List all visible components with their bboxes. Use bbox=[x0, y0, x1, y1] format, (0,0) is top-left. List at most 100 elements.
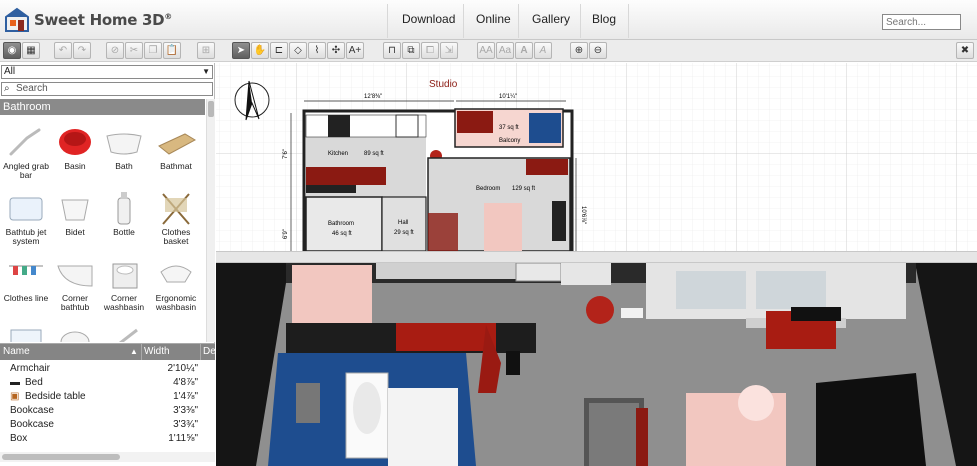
site-search-input[interactable] bbox=[882, 14, 961, 30]
nav-gallery-link[interactable]: Gallery bbox=[532, 12, 570, 26]
room-label-kitchen[interactable]: Kitchen bbox=[328, 151, 348, 157]
ergonomic-washbasin-icon bbox=[160, 265, 192, 283]
catalog-item-bath[interactable]: Bath bbox=[98, 124, 150, 186]
dimension-icon: ✣ bbox=[331, 45, 341, 56]
column-header-name[interactable]: Name bbox=[3, 344, 30, 360]
room-label-balcony[interactable]: Balcony bbox=[499, 138, 520, 144]
catalog-item-bidet[interactable]: Bidet bbox=[49, 190, 101, 252]
category-filter-select[interactable]: All ▼ bbox=[1, 65, 213, 79]
table-row[interactable]: ▣ Bedside table 1'4⅞" bbox=[0, 390, 215, 404]
table-row[interactable]: ▬ Bed 4'8⅞" bbox=[0, 376, 215, 390]
table-row[interactable]: Box 1'11⅝" bbox=[0, 432, 215, 446]
zoom-in-button[interactable]: ⊕ bbox=[570, 42, 588, 59]
import-background-button[interactable]: ⊓ bbox=[383, 42, 401, 59]
plan-view[interactable]: Studio 12'8⅜" 10'1¼" 7'6" 6'9" 10'6⅞" Ki… bbox=[216, 63, 977, 251]
scissors-icon: ✂ bbox=[129, 45, 139, 56]
room-icon: ◇ bbox=[294, 45, 302, 56]
dimension-label[interactable]: 12'8⅜" bbox=[364, 94, 382, 100]
bold-icon: A bbox=[520, 45, 528, 56]
dimension-label[interactable]: 6'9" bbox=[283, 229, 289, 239]
catalog-item-ergonomic-washbasin[interactable]: Ergonomic washbasin bbox=[150, 256, 202, 318]
catalog-item-angled-grab-bar[interactable]: Angled grab bar bbox=[0, 124, 52, 186]
delete-icon: ⊘ bbox=[110, 45, 120, 56]
catalog-item-partial[interactable] bbox=[0, 320, 52, 342]
create-dimensions-button[interactable]: ✣ bbox=[327, 42, 345, 59]
room-label-bedroom[interactable]: Bedroom bbox=[476, 186, 500, 192]
furniture-table-scrollbar[interactable] bbox=[0, 452, 215, 462]
import-icon: ⇲ bbox=[444, 45, 454, 56]
room-area-kitchen[interactable]: 89 sq ft bbox=[364, 151, 384, 157]
import-furniture-button[interactable]: ⇲ bbox=[440, 42, 458, 59]
undo-button[interactable]: ↶ bbox=[54, 42, 72, 59]
table-row[interactable]: Bookcase 3'3¾" bbox=[0, 418, 215, 432]
ungroup-button[interactable]: ⧠ bbox=[421, 42, 439, 59]
copy-button[interactable]: ❐ bbox=[144, 42, 162, 59]
column-header-depth[interactable]: De bbox=[200, 344, 216, 360]
catalog-item-partial[interactable] bbox=[49, 320, 101, 342]
category-header[interactable]: Bathroom bbox=[0, 99, 205, 115]
create-walls-button[interactable]: ⊏ bbox=[270, 42, 288, 59]
catalog-item-corner-bathtub[interactable]: Corner bathtub bbox=[49, 256, 101, 318]
dimension-label[interactable]: 10'1¼" bbox=[499, 94, 517, 100]
catalog-item-bathtub-jet-system[interactable]: Bathtub jet system bbox=[0, 190, 52, 252]
column-header-width[interactable]: Width bbox=[141, 344, 170, 360]
plan-title[interactable]: Studio bbox=[429, 79, 458, 90]
select-mode-button[interactable]: ➤ bbox=[232, 42, 250, 59]
catalog-item-label: Bidet bbox=[65, 227, 85, 237]
3d-view[interactable] bbox=[216, 263, 977, 466]
group-button[interactable]: ⧉ bbox=[402, 42, 420, 59]
italic-text-button[interactable]: A bbox=[534, 42, 552, 59]
create-rooms-button[interactable]: ◇ bbox=[289, 42, 307, 59]
main-toolbar: ◉ ▦ ↶ ↷ ⊘ ✂ ❐ 📋 ⊞ ➤ ✋ ⊏ ◇ ⌇ ✣ A+ ⊓ ⧉ ⧠ ⇲… bbox=[0, 40, 977, 62]
bold-text-button[interactable]: A bbox=[515, 42, 533, 59]
add-icon: ⊞ bbox=[201, 45, 211, 56]
catalog-item-clothes-line[interactable]: Clothes line bbox=[0, 256, 52, 318]
add-text-button[interactable]: A+ bbox=[346, 42, 364, 59]
catalog-scrollbar[interactable] bbox=[206, 99, 215, 342]
catalog-item-label: Corner washbasin bbox=[103, 293, 145, 312]
redo-button[interactable]: ↷ bbox=[73, 42, 91, 59]
add-furniture-button[interactable]: ⊞ bbox=[197, 42, 215, 59]
3d-canvas[interactable] bbox=[216, 263, 977, 466]
create-polylines-button[interactable]: ⌇ bbox=[308, 42, 326, 59]
pan-mode-button[interactable]: ✋ bbox=[251, 42, 269, 59]
sweet-home-logo-icon bbox=[5, 7, 29, 32]
table-row[interactable]: Armchair 2'10¼" bbox=[0, 362, 215, 376]
catalog-item-partial[interactable] bbox=[98, 320, 150, 342]
room-area-balcony[interactable]: 37 sq ft bbox=[499, 125, 519, 131]
plan-canvas[interactable]: Studio 12'8⅜" 10'1¼" 7'6" 6'9" 10'6⅞" Ki… bbox=[216, 63, 977, 251]
increase-text-button[interactable]: AA bbox=[477, 42, 495, 59]
zoom-out-button[interactable]: ⊖ bbox=[589, 42, 607, 59]
catalog-item-bottle[interactable]: Bottle bbox=[98, 190, 150, 252]
paste-button[interactable]: 📋 bbox=[163, 42, 181, 59]
room-area-hall[interactable]: 29 sq ft bbox=[394, 230, 414, 236]
scrollbar-thumb[interactable] bbox=[208, 101, 214, 117]
room-area-bathroom[interactable]: 46 sq ft bbox=[332, 231, 352, 237]
dimension-label[interactable]: 10'6⅞" bbox=[580, 206, 586, 224]
table-row[interactable]: Bookcase 3'3⅜" bbox=[0, 404, 215, 418]
catalog-item-bathmat[interactable]: Bathmat bbox=[150, 124, 202, 186]
scrollbar-thumb[interactable] bbox=[2, 454, 120, 460]
catalog-item-label: Clothes basket bbox=[161, 227, 191, 246]
view-catalog-button[interactable]: ◉ bbox=[3, 42, 21, 59]
preferences-button[interactable]: ✖ bbox=[956, 42, 974, 59]
catalog-item-clothes-basket[interactable]: Clothes basket bbox=[150, 190, 202, 252]
catalog-item-corner-washbasin[interactable]: Corner washbasin bbox=[98, 256, 150, 318]
clothes-basket-icon bbox=[162, 193, 190, 225]
room-label-hall[interactable]: Hall bbox=[398, 220, 408, 226]
dimension-label[interactable]: 7'6" bbox=[283, 149, 289, 159]
decrease-text-button[interactable]: Aa bbox=[496, 42, 514, 59]
catalog-search-input[interactable]: ⌕ Search bbox=[1, 82, 213, 96]
app-logo[interactable]: Sweet Home 3D® bbox=[4, 6, 172, 34]
catalog-item-basin[interactable]: Basin bbox=[49, 124, 101, 186]
catalog-item-label: Corner bathtub bbox=[60, 293, 90, 312]
cut-button[interactable]: ✂ bbox=[125, 42, 143, 59]
nav-download-link[interactable]: Download bbox=[402, 12, 455, 26]
nav-online-link[interactable]: Online bbox=[476, 12, 511, 26]
room-label-bathroom[interactable]: Bathroom bbox=[328, 221, 354, 227]
room-area-bedroom[interactable]: 129 sq ft bbox=[512, 186, 535, 192]
nav-blog-link[interactable]: Blog bbox=[592, 12, 616, 26]
delete-button[interactable]: ⊘ bbox=[106, 42, 124, 59]
view-list-button[interactable]: ▦ bbox=[22, 42, 40, 59]
view-splitter[interactable] bbox=[216, 251, 977, 263]
